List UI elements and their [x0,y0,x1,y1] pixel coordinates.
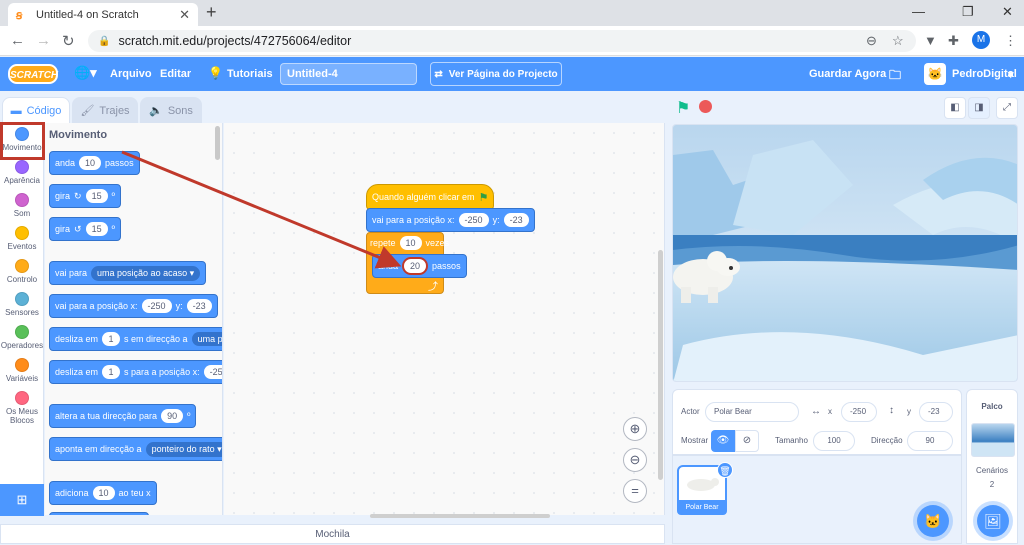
x-arrows-icon: ↔ [811,406,821,417]
stage-panel-title: Palco [981,402,1003,411]
small-stage-icon[interactable]: ◧ [944,97,966,119]
backdrops-label: Cenários [975,466,1008,475]
stage-backdrop-thumbnail [971,423,1015,457]
choose-backdrop-icon[interactable]: 🖼 [977,505,1009,537]
sprite-size-input[interactable]: 100 [813,431,855,451]
hide-eye-icon[interactable]: ⊘ [735,430,759,452]
sprite-direction-input[interactable]: 90 [907,431,953,451]
y-arrows-icon: ↕ [889,405,894,416]
zoom-in-icon[interactable]: ⊕ [623,417,647,441]
backpack[interactable]: Mochila [0,524,665,544]
stage[interactable] [672,124,1018,382]
delete-sprite-trash-icon[interactable]: 🗑 [717,462,733,478]
zoom-out-icon[interactable]: ⊖ [623,448,647,472]
sprite-info-pane: Actor Polar Bear ↔ x -250 ↕ y -23 Mostra… [672,389,962,455]
backdrops-count: 2 [989,480,995,489]
size-label: Tamanho [775,436,808,445]
sprite-thumb-name: Polar Bear [677,500,727,515]
sprite-x-input[interactable]: -250 [841,402,877,422]
stop-icon[interactable] [699,100,712,113]
choose-sprite-cat-icon[interactable]: 🐱 [917,505,949,537]
direction-label: Direcção [871,436,903,445]
arctic-backdrop [673,125,1017,381]
workspace-vertical-scrollbar[interactable] [658,250,663,480]
show-eye-icon[interactable]: 👁 [711,430,735,452]
sprite-name-input[interactable]: Polar Bear [705,402,799,422]
zoom-reset-icon[interactable]: = [623,479,647,503]
actor-label: Actor [681,407,700,416]
green-flag-run-icon[interactable]: ⚑ [676,98,690,118]
y-label: y [907,407,911,416]
show-label: Mostrar [681,436,709,445]
sprite-y-input[interactable]: -23 [919,402,953,422]
normal-stage-icon[interactable]: ◨ [968,97,990,119]
fullscreen-icon[interactable]: ⤢ [996,97,1018,119]
workspace-horizontal-scrollbar[interactable] [370,514,550,518]
x-label: x [828,407,832,416]
